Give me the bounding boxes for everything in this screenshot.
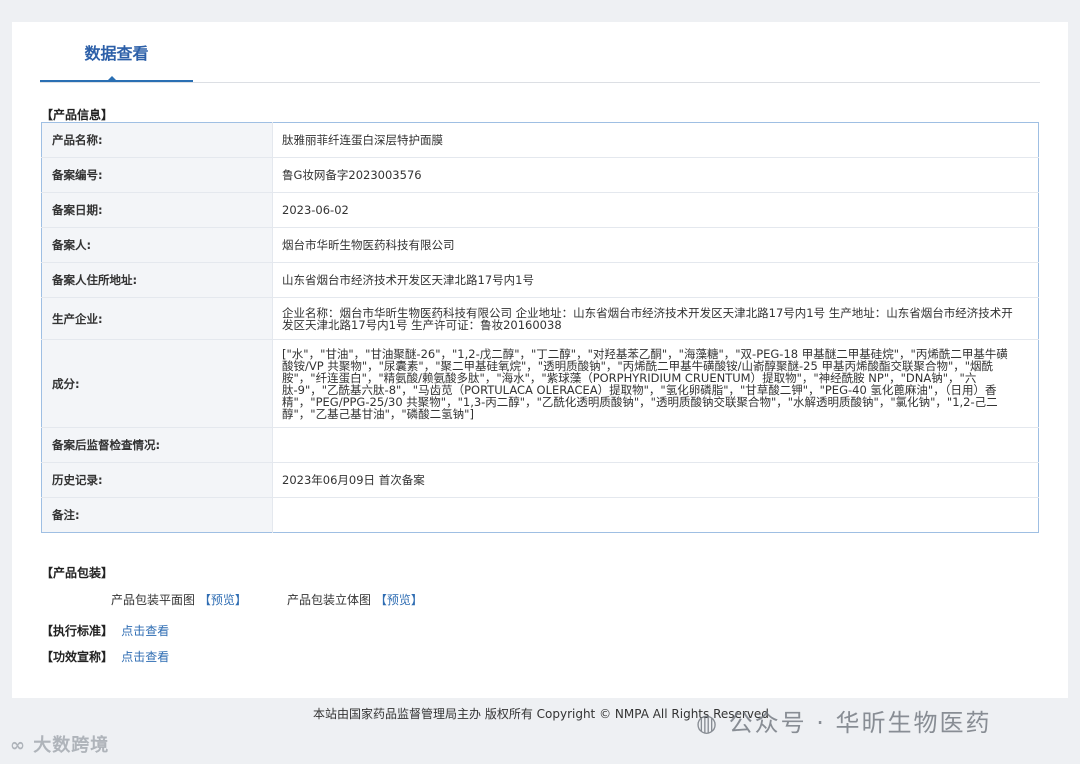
packaging-solid-label: 产品包装立体图 (287, 593, 372, 607)
efficacy-label: 【功效宣称】 (41, 650, 114, 664)
efficacy-view-link[interactable]: 点击查看 (121, 650, 169, 664)
table-row: 备案日期: 2023-06-02 (41, 192, 1039, 228)
table-row: 生产企业: 企业名称：烟台市华昕生物医药科技有限公司 企业地址：山东省烟台市经济… (41, 297, 1039, 340)
table-row: 产品名称: 肽雅丽菲纤连蛋白深层特护面膜 (41, 122, 1039, 158)
row-key: 历史记录: (41, 462, 273, 498)
product-info-heading: 【产品信息】 (41, 108, 114, 122)
standard-view-link[interactable]: 点击查看 (121, 624, 169, 638)
row-key: 备案日期: (41, 192, 273, 228)
row-key: 备案后监督检查情况: (41, 427, 273, 463)
row-key: 备案人: (41, 227, 273, 263)
tab-data-view[interactable]: 数据查看 (40, 22, 193, 82)
watermark-right-text: 公众号 · 华昕生物医药 (728, 709, 992, 737)
tab-bar: 数据查看 (40, 22, 1040, 83)
packaging-flat-label: 产品包装平面图 (111, 593, 196, 607)
packaging-flat: 产品包装平面图 【预览】 (111, 591, 247, 608)
row-value: 鲁G妆网备字2023003576 (272, 157, 1039, 193)
table-row: 备案人住所地址: 山东省烟台市经济技术开发区天津北路17号内1号 (41, 262, 1039, 298)
standard-label: 【执行标准】 (41, 624, 114, 638)
row-value: ["水"，"甘油"，"甘油聚醚-26"，"1,2-戊二醇"，"丁二醇"，"对羟基… (272, 339, 1039, 428)
row-key: 成分: (41, 339, 273, 428)
table-row: 备案人: 烟台市华昕生物医药科技有限公司 (41, 227, 1039, 263)
watermark-left-text: 大数跨境 (33, 735, 110, 756)
product-info-table: 产品名称: 肽雅丽菲纤连蛋白深层特护面膜 备案编号: 鲁G妆网备字2023003… (41, 122, 1039, 533)
row-value (272, 497, 1039, 533)
row-key: 生产企业: (41, 297, 273, 340)
tab-active-caret (106, 76, 118, 82)
packaging-solid-preview-link[interactable]: 【预览】 (375, 593, 423, 607)
table-row: 历史记录: 2023年06月09日 首次备案 (41, 462, 1039, 498)
row-value: 烟台市华昕生物医药科技有限公司 (272, 227, 1039, 263)
packaging-flat-preview-link[interactable]: 【预览】 (199, 593, 247, 607)
row-key: 备案编号: (41, 157, 273, 193)
standard-row: 【执行标准】 点击查看 (41, 622, 169, 639)
table-row: 备案后监督检查情况: (41, 427, 1039, 463)
row-value: 2023-06-02 (272, 192, 1039, 228)
row-key: 备注: (41, 497, 273, 533)
watermark-logo-icon: ∞ (10, 735, 26, 756)
row-value (272, 427, 1039, 463)
watermark-left: ∞ 大数跨境 (10, 731, 109, 757)
row-key: 备案人住所地址: (41, 262, 273, 298)
packaging-solid: 产品包装立体图 【预览】 (287, 591, 423, 608)
wechat-icon: ◍ (696, 709, 719, 737)
row-value: 山东省烟台市经济技术开发区天津北路17号内1号 (272, 262, 1039, 298)
efficacy-row: 【功效宣称】 点击查看 (41, 648, 169, 665)
page-panel: 数据查看 【产品信息】 产品名称: 肽雅丽菲纤连蛋白深层特护面膜 备案编号: 鲁… (12, 22, 1068, 698)
table-row: 备案编号: 鲁G妆网备字2023003576 (41, 157, 1039, 193)
watermark-right: ◍ 公众号 · 华昕生物医药 (696, 703, 991, 738)
packaging-heading: 【产品包装】 (41, 566, 114, 580)
tab-data-view-label: 数据查看 (84, 44, 149, 63)
row-key: 产品名称: (41, 122, 273, 158)
row-value: 2023年06月09日 首次备案 (272, 462, 1039, 498)
table-row: 备注: (41, 497, 1039, 533)
table-row: 成分: ["水"，"甘油"，"甘油聚醚-26"，"1,2-戊二醇"，"丁二醇"，… (41, 339, 1039, 428)
row-value: 企业名称：烟台市华昕生物医药科技有限公司 企业地址：山东省烟台市经济技术开发区天… (272, 297, 1039, 340)
row-value: 肽雅丽菲纤连蛋白深层特护面膜 (282, 133, 443, 147)
